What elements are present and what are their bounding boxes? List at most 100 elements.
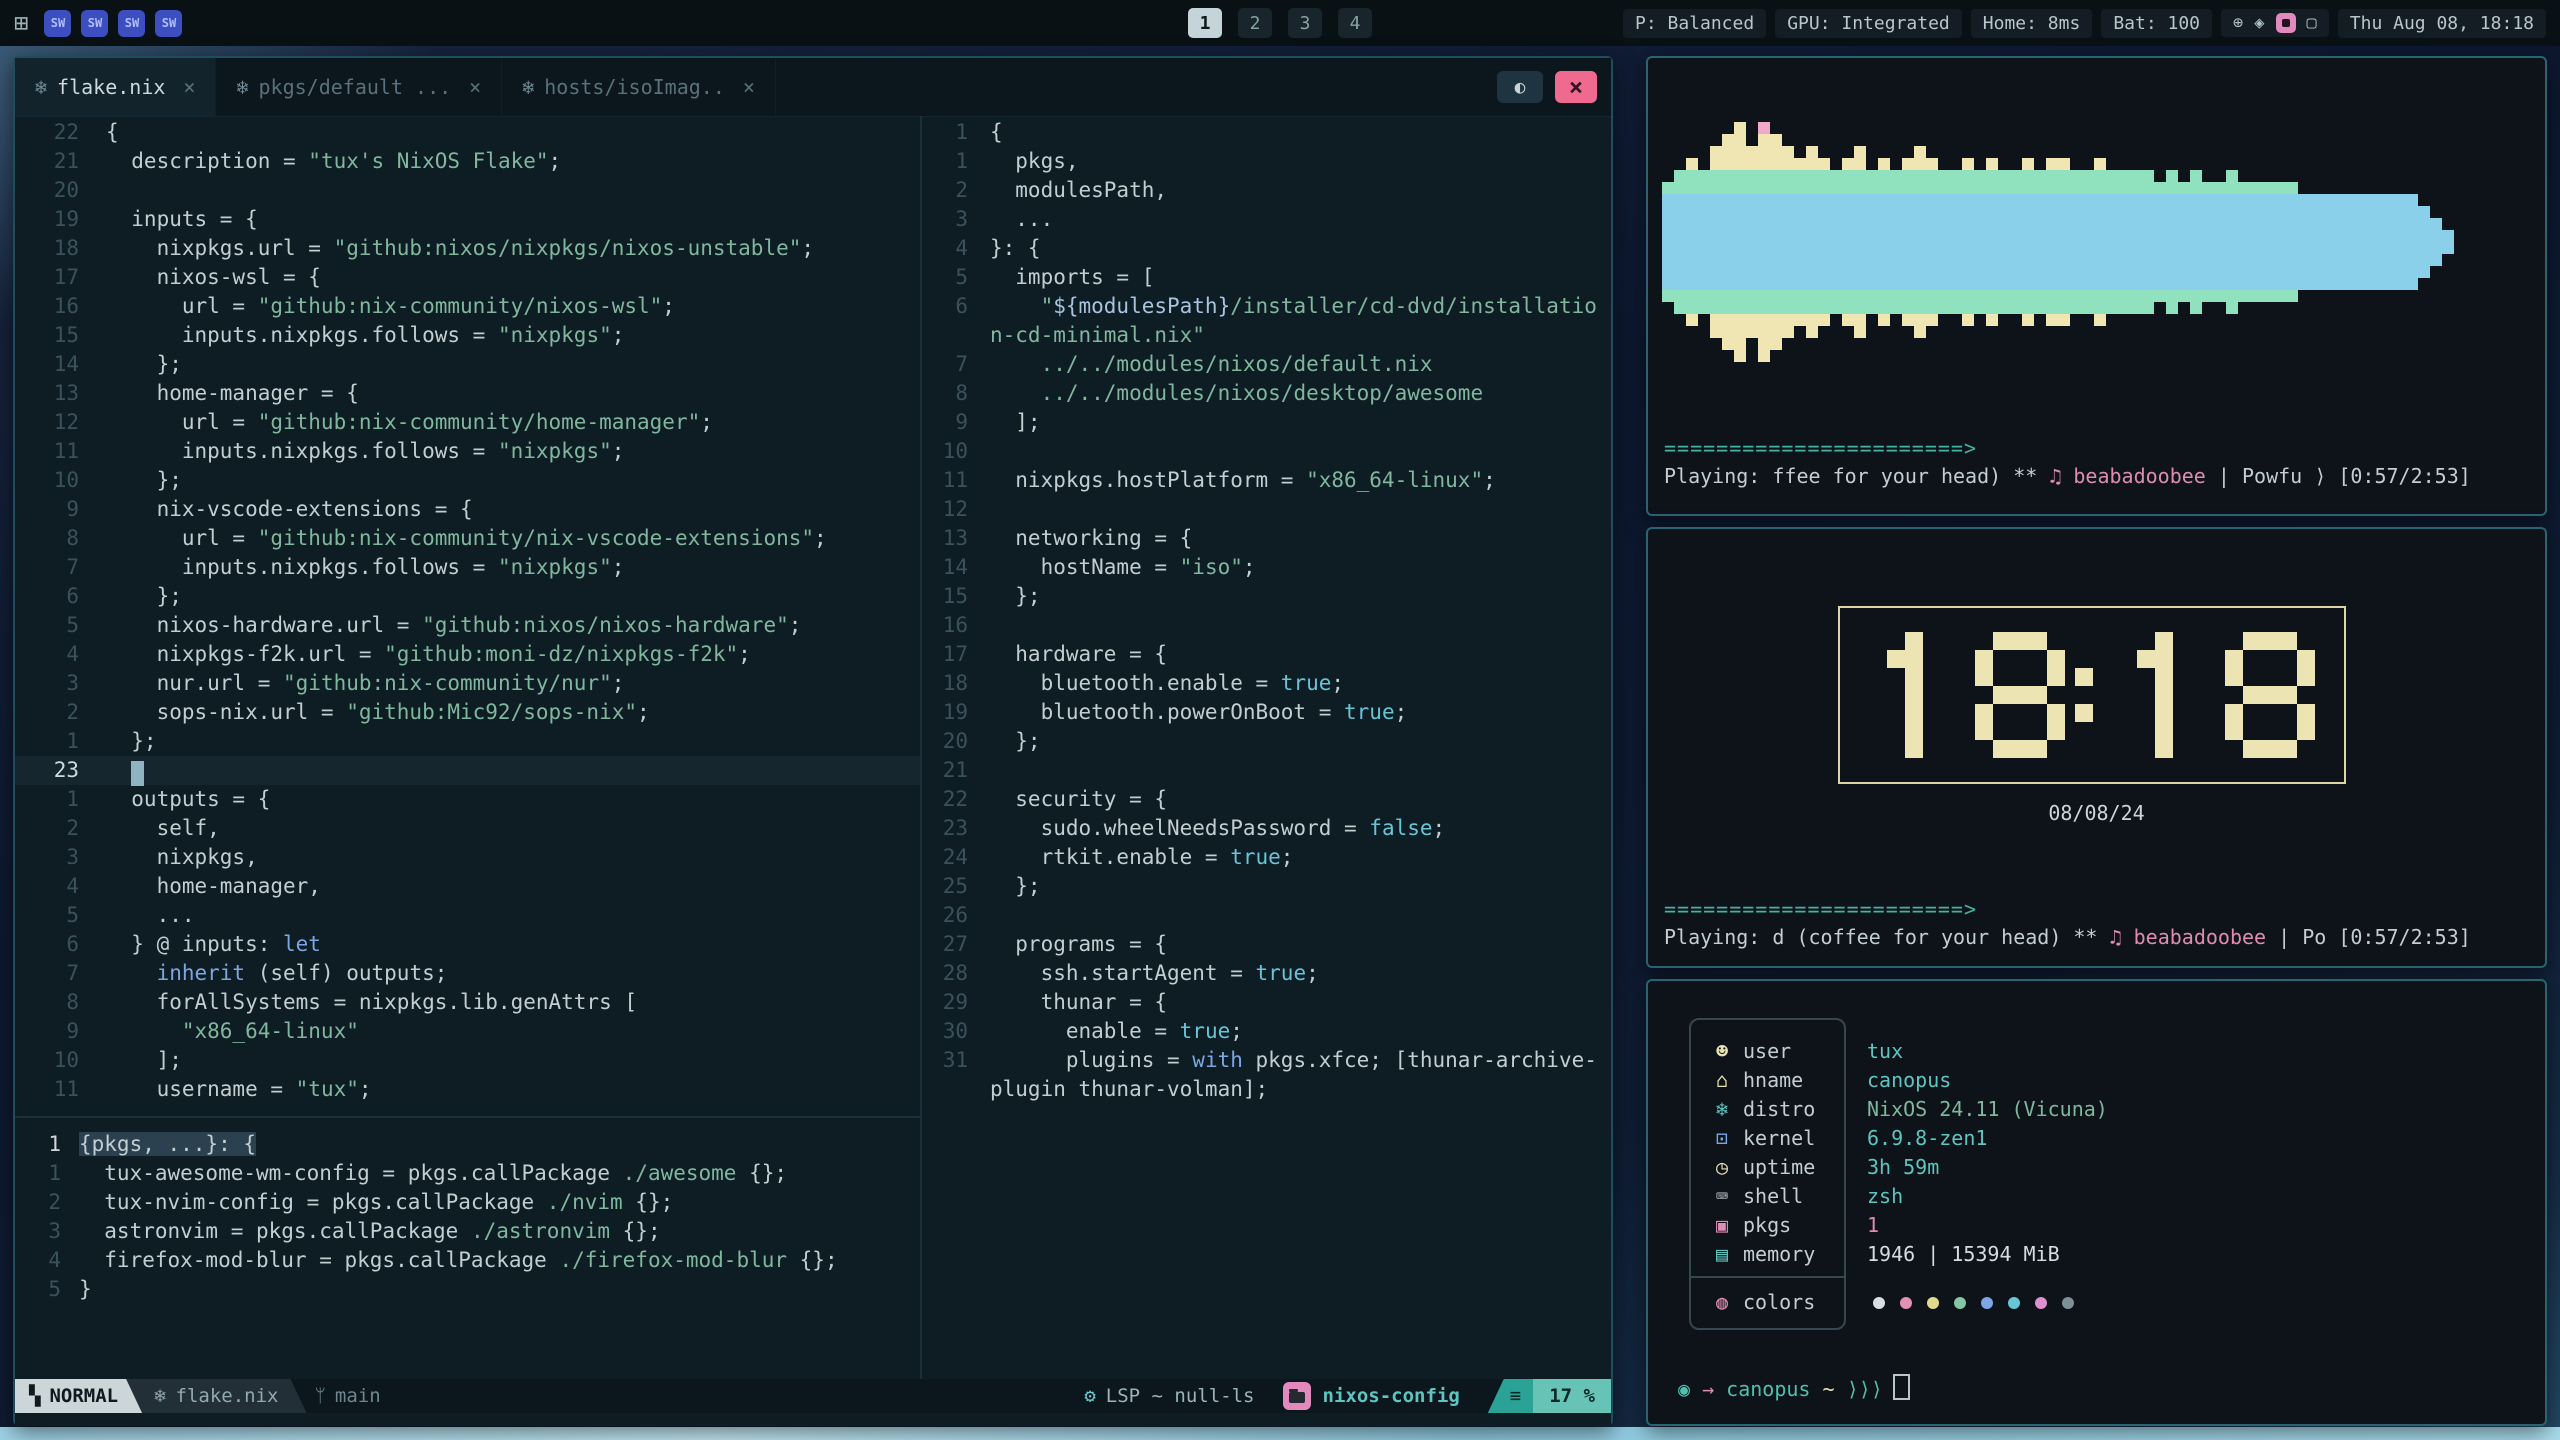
- code-line[interactable]: 1 pkgs,: [922, 147, 1615, 176]
- code-line[interactable]: 13 home-manager = {: [15, 379, 920, 408]
- code-line[interactable]: 3 ...: [922, 205, 1615, 234]
- code-line[interactable]: 17 nixos-wsl = {: [15, 263, 920, 292]
- shell-prompt[interactable]: ◉ → canopus ~ ⟩⟩⟩: [1678, 1374, 1910, 1403]
- code-line[interactable]: 2 self,: [15, 814, 920, 843]
- code-line[interactable]: 21 description = "tux's NixOS Flake";: [15, 147, 920, 176]
- tab-close-icon[interactable]: ×: [743, 75, 755, 99]
- horizontal-split-divider[interactable]: [15, 1116, 920, 1118]
- code-line[interactable]: 2 tux-nvim-config = pkgs.callPackage ./n…: [15, 1188, 920, 1217]
- code-line[interactable]: 25 };: [922, 872, 1615, 901]
- code-line[interactable]: 18 nixpkgs.url = "github:nixos/nixpkgs/n…: [15, 234, 920, 263]
- tag-1[interactable]: 1: [1188, 8, 1222, 38]
- code-line[interactable]: 1{pkgs, ...}: {: [15, 1130, 920, 1159]
- code-line[interactable]: 31 plugins = with pkgs.xfce; [thunar-arc…: [922, 1046, 1615, 1075]
- code-line[interactable]: 11 username = "tux";: [15, 1075, 920, 1104]
- code-line[interactable]: 6 } @ inputs: let: [15, 930, 920, 959]
- code-line[interactable]: 9 "x86_64-linux": [15, 1017, 920, 1046]
- code-line[interactable]: 15 inputs.nixpkgs.follows = "nixpkgs";: [15, 321, 920, 350]
- editor-pane-pkgs-default[interactable]: 1{pkgs, ...}: {1 tux-awesome-wm-config =…: [15, 1130, 920, 1304]
- code-line[interactable]: 3 nur.url = "github:nix-community/nur";: [15, 669, 920, 698]
- code-line[interactable]: 22 security = {: [922, 785, 1615, 814]
- code-line[interactable]: 28 ssh.startAgent = true;: [922, 959, 1615, 988]
- visualizer-cell: [1770, 266, 1782, 278]
- code-line[interactable]: 1 outputs = {: [15, 785, 920, 814]
- code-line[interactable]: 9 ];: [922, 408, 1615, 437]
- code-line[interactable]: 30 enable = true;: [922, 1017, 1615, 1046]
- code-line[interactable]: 19 bluetooth.powerOnBoot = true;: [922, 698, 1615, 727]
- tag-2[interactable]: 2: [1238, 8, 1272, 38]
- tag-4[interactable]: 4: [1338, 8, 1372, 38]
- code-line[interactable]: 4 home-manager,: [15, 872, 920, 901]
- window-close-button[interactable]: ×: [1555, 71, 1597, 103]
- code-line[interactable]: n-cd-minimal.nix": [922, 321, 1615, 350]
- code-line[interactable]: 9 nix-vscode-extensions = {: [15, 495, 920, 524]
- code-line[interactable]: 16: [922, 611, 1615, 640]
- code-line[interactable]: plugin thunar-volman];: [922, 1075, 1615, 1104]
- code-line[interactable]: 1 tux-awesome-wm-config = pkgs.callPacka…: [15, 1159, 920, 1188]
- code-line[interactable]: 1{: [922, 118, 1615, 147]
- visualizer-cell: [2406, 254, 2418, 266]
- code-line[interactable]: 7 ../../modules/nixos/default.nix: [922, 350, 1615, 379]
- code-line[interactable]: 10 };: [15, 466, 920, 495]
- code-line[interactable]: 2 sops-nix.url = "github:Mic92/sops-nix"…: [15, 698, 920, 727]
- code-line[interactable]: 7 inputs.nixpkgs.follows = "nixpkgs";: [15, 553, 920, 582]
- code-line[interactable]: 16 url = "github:nix-community/nixos-wsl…: [15, 292, 920, 321]
- launcher-grid-icon[interactable]: ⊞: [14, 9, 28, 37]
- code-line[interactable]: 23 sudo.wheelNeedsPassword = false;: [922, 814, 1615, 843]
- code-line[interactable]: 10 ];: [15, 1046, 920, 1075]
- code-line[interactable]: 14 };: [15, 350, 920, 379]
- code-line[interactable]: 6 };: [15, 582, 920, 611]
- code-line[interactable]: 10: [922, 437, 1615, 466]
- code-line[interactable]: 21: [922, 756, 1615, 785]
- code-line[interactable]: 20 };: [922, 727, 1615, 756]
- taskbar-app-icon[interactable]: SW: [155, 10, 182, 37]
- taskbar-app-icon[interactable]: SW: [118, 10, 145, 37]
- code-line[interactable]: 17 hardware = {: [922, 640, 1615, 669]
- code-line[interactable]: 12 url = "github:nix-community/home-mana…: [15, 408, 920, 437]
- code-line[interactable]: 12: [922, 495, 1615, 524]
- editor-pane-iso-image[interactable]: 1{1 pkgs,2 modulesPath,3 ...4}: {5 impor…: [922, 118, 1615, 1104]
- code-line[interactable]: 29 thunar = {: [922, 988, 1615, 1017]
- code-line[interactable]: 5}: [15, 1275, 920, 1304]
- code-line[interactable]: 5 ...: [15, 901, 920, 930]
- code-line[interactable]: 14 hostName = "iso";: [922, 553, 1615, 582]
- code-line[interactable]: 11 inputs.nixpkgs.follows = "nixpkgs";: [15, 437, 920, 466]
- code-line[interactable]: 4}: {: [922, 234, 1615, 263]
- tab-close-icon[interactable]: ×: [469, 75, 481, 99]
- code-line[interactable]: 7 inherit (self) outputs;: [15, 959, 920, 988]
- code-line[interactable]: 6 "${modulesPath}/installer/cd-dvd/insta…: [922, 292, 1615, 321]
- taskbar-app-icon[interactable]: SW: [44, 10, 71, 37]
- tab-hosts-isoImag-[interactable]: ❄hosts/isoImag..×: [502, 58, 776, 116]
- code-line[interactable]: 2 modulesPath,: [922, 176, 1615, 205]
- code-line[interactable]: 1 };: [15, 727, 920, 756]
- code-line[interactable]: 26: [922, 901, 1615, 930]
- code-line[interactable]: 19 inputs = {: [15, 205, 920, 234]
- view-toggle-button[interactable]: ◐: [1497, 71, 1543, 103]
- editor-pane-flake[interactable]: 22{21 description = "tux's NixOS Flake";…: [15, 118, 920, 1104]
- code-line[interactable]: 27 programs = {: [922, 930, 1615, 959]
- tab-pkgs-default-[interactable]: ❄pkgs/default ...×: [216, 58, 502, 116]
- tab-close-icon[interactable]: ×: [183, 75, 195, 99]
- code-line[interactable]: 24 rtkit.enable = true;: [922, 843, 1615, 872]
- code-line[interactable]: 15 };: [922, 582, 1615, 611]
- taskbar-app-icon[interactable]: SW: [81, 10, 108, 37]
- code-line[interactable]: 11 nixpkgs.hostPlatform = "x86_64-linux"…: [922, 466, 1615, 495]
- command-line[interactable]: [15, 1413, 1611, 1426]
- code-line[interactable]: 22{: [15, 118, 920, 147]
- code-line[interactable]: 5 imports = [: [922, 263, 1615, 292]
- code-line[interactable]: 23: [15, 756, 920, 785]
- code-line[interactable]: 8 url = "github:nix-community/nix-vscode…: [15, 524, 920, 553]
- code-line[interactable]: 4 firefox-mod-blur = pkgs.callPackage ./…: [15, 1246, 920, 1275]
- code-line[interactable]: 3 astronvim = pkgs.callPackage ./astronv…: [15, 1217, 920, 1246]
- code-line[interactable]: 13 networking = {: [922, 524, 1615, 553]
- code-line[interactable]: 8 forAllSystems = nixpkgs.lib.genAttrs [: [15, 988, 920, 1017]
- code-line[interactable]: 5 nixos-hardware.url = "github:nixos/nix…: [15, 611, 920, 640]
- tab-flake-nix[interactable]: ❄flake.nix×: [15, 58, 216, 116]
- code-line[interactable]: 4 nixpkgs-f2k.url = "github:moni-dz/nixp…: [15, 640, 920, 669]
- code-line[interactable]: 8 ../../modules/nixos/desktop/awesome: [922, 379, 1615, 408]
- code-line[interactable]: 18 bluetooth.enable = true;: [922, 669, 1615, 698]
- tag-3[interactable]: 3: [1288, 8, 1322, 38]
- visualizer-cell: [1806, 218, 1818, 230]
- code-line[interactable]: 20: [15, 176, 920, 205]
- code-line[interactable]: 3 nixpkgs,: [15, 843, 920, 872]
